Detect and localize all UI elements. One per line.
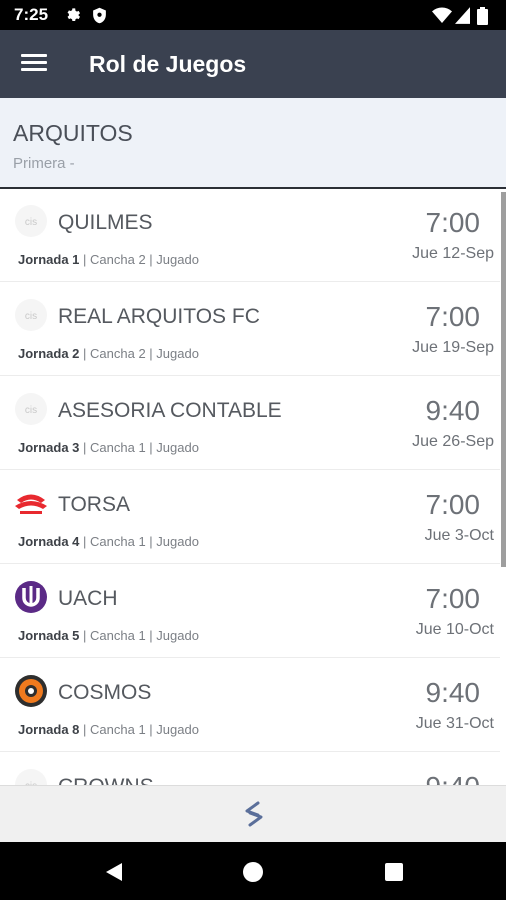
cosmos-logo-icon xyxy=(15,675,47,707)
opponent-name: TORSA xyxy=(58,493,130,516)
signal-icon xyxy=(455,7,470,24)
game-date: Jue 26-Sep xyxy=(412,433,494,450)
torsa-logo-icon xyxy=(15,494,47,514)
shield-icon xyxy=(93,7,106,24)
round-label: Jornada 2 xyxy=(18,346,80,361)
game-row[interactable]: cis QUILMES Jornada 1 | Cancha 2 | Jugad… xyxy=(0,189,500,282)
game-meta: Jornada 5 | Cancha 1 | Jugado xyxy=(18,628,199,643)
wifi-icon xyxy=(432,7,452,23)
opponent-name: REAL ARQUITOS FC xyxy=(58,305,260,328)
field-status: | Cancha 1 | Jugado xyxy=(83,628,199,643)
scrollbar[interactable] xyxy=(501,192,506,567)
game-meta: Jornada 2 | Cancha 2 | Jugado xyxy=(18,346,199,361)
game-date: Jue 10-Oct xyxy=(415,621,494,638)
page-title: Rol de Juegos xyxy=(89,51,247,77)
opponent-name: ASESORIA CONTABLE xyxy=(58,399,282,422)
field-status: | Cancha 1 | Jugado xyxy=(83,722,199,737)
game-meta: Jornada 4 | Cancha 1 | Jugado xyxy=(18,534,199,549)
bottom-bar xyxy=(0,785,506,842)
opponent-name: UACH xyxy=(58,587,118,610)
game-meta: Jornada 8 | Cancha 1 | Jugado xyxy=(18,722,199,737)
battery-icon xyxy=(477,7,488,25)
game-time: 9:40 xyxy=(426,771,481,785)
opponent-name: CROWNS xyxy=(58,775,154,785)
app-bar: Rol de Juegos xyxy=(0,30,506,98)
game-row[interactable]: cis CROWNS 9:40 xyxy=(0,753,500,785)
status-bar: 7:25 xyxy=(0,0,506,30)
game-time: 9:40 xyxy=(425,677,481,708)
placeholder-logo-icon: cis xyxy=(15,769,47,785)
field-status: | Cancha 1 | Jugado xyxy=(83,534,199,549)
game-row[interactable]: TORSA Jornada 4 | Cancha 1 | Jugado 7:00… xyxy=(0,471,500,564)
team-division: Primera - xyxy=(13,155,75,172)
game-meta: Jornada 1 | Cancha 2 | Jugado xyxy=(18,252,199,267)
game-date: Jue 3-Oct xyxy=(424,527,494,544)
team-header: ARQUITOS Primera - xyxy=(0,98,506,189)
games-list[interactable]: cis QUILMES Jornada 1 | Cancha 2 | Jugad… xyxy=(0,189,506,785)
svg-text:cis: cis xyxy=(25,311,37,322)
round-label: Jornada 8 xyxy=(18,722,80,737)
game-row[interactable]: COSMOS Jornada 8 | Cancha 1 | Jugado 9:4… xyxy=(0,659,500,752)
team-name: ARQUITOS xyxy=(13,120,133,146)
game-time: 7:00 xyxy=(425,583,481,614)
game-time: 9:40 xyxy=(425,395,481,426)
svg-text:cis: cis xyxy=(25,217,37,228)
round-label: Jornada 1 xyxy=(18,252,80,267)
game-date: Jue 31-Oct xyxy=(415,715,494,732)
field-status: | Cancha 2 | Jugado xyxy=(83,346,199,361)
svg-text:cis: cis xyxy=(25,405,37,416)
app-logo-icon[interactable] xyxy=(238,798,270,830)
game-row[interactable]: cis REAL ARQUITOS FC Jornada 2 | Cancha … xyxy=(0,283,500,376)
recents-icon[interactable] xyxy=(382,860,406,884)
game-time: 7:00 xyxy=(425,207,481,238)
game-meta: Jornada 3 | Cancha 1 | Jugado xyxy=(18,440,199,455)
opponent-name: COSMOS xyxy=(58,681,152,704)
back-icon[interactable] xyxy=(102,860,126,884)
hamburger-menu-icon[interactable] xyxy=(16,50,52,78)
game-row[interactable]: cis ASESORIA CONTABLE Jornada 3 | Cancha… xyxy=(0,377,500,470)
round-label: Jornada 3 xyxy=(18,440,80,455)
status-time: 7:25 xyxy=(14,5,49,24)
placeholder-logo-icon: cis xyxy=(15,205,47,237)
placeholder-logo-icon: cis xyxy=(15,299,47,331)
system-nav-bar xyxy=(0,842,506,900)
round-label: Jornada 5 xyxy=(18,628,80,643)
game-time: 7:00 xyxy=(425,301,481,332)
round-label: Jornada 4 xyxy=(18,534,80,549)
gear-icon xyxy=(67,8,81,22)
game-date: Jue 19-Sep xyxy=(412,339,494,356)
game-date: Jue 12-Sep xyxy=(412,245,494,262)
field-status: | Cancha 1 | Jugado xyxy=(83,440,199,455)
game-time: 7:00 xyxy=(425,489,481,520)
game-row[interactable]: UACH Jornada 5 | Cancha 1 | Jugado 7:00 … xyxy=(0,565,500,658)
uach-logo-icon xyxy=(15,581,47,613)
placeholder-logo-icon: cis xyxy=(15,393,47,425)
home-icon[interactable] xyxy=(241,860,265,884)
field-status: | Cancha 2 | Jugado xyxy=(83,252,199,267)
opponent-name: QUILMES xyxy=(58,211,153,234)
